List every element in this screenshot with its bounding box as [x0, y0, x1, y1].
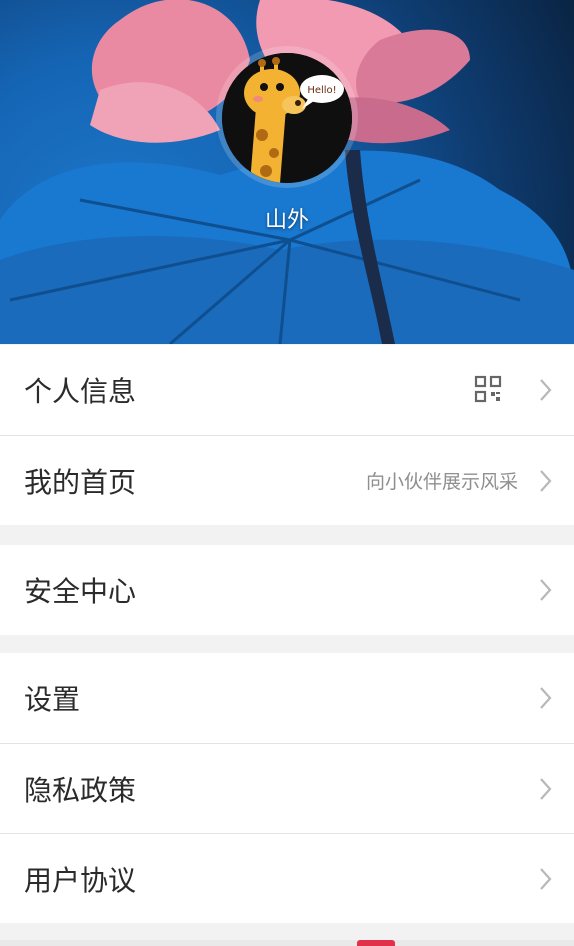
avatar-bubble-text: Hello!	[307, 85, 336, 96]
username: 山外	[264, 208, 309, 233]
profile-header: Hello! 山外	[0, 0, 574, 344]
menu-group-general: 设置 隐私政策 用户协议	[0, 653, 574, 923]
menu-item-personal-info[interactable]: 个人信息	[0, 345, 574, 435]
menu-item-label: 个人信息	[24, 375, 137, 408]
giraffe-avatar-icon: Hello!	[222, 53, 352, 183]
menu-item-label: 设置	[24, 683, 81, 716]
qr-code-icon[interactable]	[474, 375, 502, 403]
menu-item-my-homepage[interactable]: 我的首页 向小伙伴展示风采	[0, 435, 574, 525]
menu-item-label: 安全中心	[24, 575, 137, 608]
menu-group-security: 安全中心	[0, 545, 574, 635]
chevron-right-icon	[540, 868, 552, 890]
menu-item-privacy-policy[interactable]: 隐私政策	[0, 743, 574, 833]
chevron-right-icon	[540, 470, 552, 492]
chevron-right-icon	[540, 687, 552, 709]
menu-item-label: 隐私政策	[24, 773, 137, 807]
menu-item-security-center[interactable]: 安全中心	[0, 545, 574, 635]
menu-item-subtitle: 向小伙伴展示风采	[365, 471, 518, 493]
menu-item-label: 用户协议	[24, 863, 137, 897]
chevron-right-icon	[540, 579, 552, 601]
menu-item-settings[interactable]: 设置	[0, 653, 574, 743]
tab-bar-edge	[0, 940, 574, 946]
menu-item-user-agreement[interactable]: 用户协议	[0, 833, 574, 923]
menu-item-label: 我的首页	[24, 465, 137, 499]
menu-group-profile: 个人信息 我的首页 向小伙伴展示风采	[0, 345, 574, 525]
avatar[interactable]: Hello!	[222, 53, 352, 183]
tab-indicator	[357, 940, 395, 946]
chevron-right-icon	[540, 379, 552, 401]
chevron-right-icon	[540, 778, 552, 800]
